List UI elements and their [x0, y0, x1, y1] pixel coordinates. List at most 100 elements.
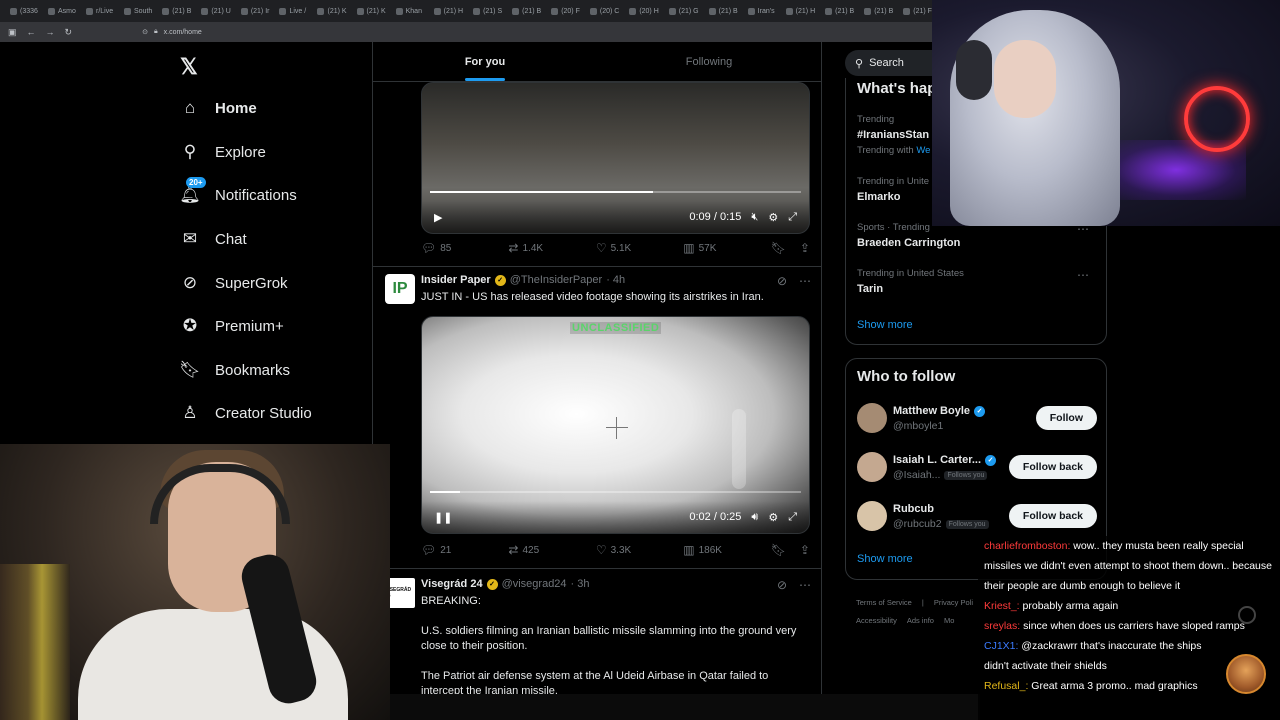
browser-tab[interactable]: Iran's [744, 2, 780, 20]
post-time[interactable]: · 4h [606, 274, 625, 286]
sidebar-item-explore[interactable]: ⚲ Explore [180, 142, 266, 162]
avatar[interactable] [857, 403, 887, 433]
browser-tab[interactable]: (21) K [353, 2, 390, 20]
footer-link[interactable]: Accessibility [856, 616, 897, 625]
footer-link[interactable]: Privacy Poli [934, 598, 973, 607]
footer-link[interactable]: Ads info [907, 616, 934, 625]
sidebar-item-notifications[interactable]: 🔔︎ 20+ Notifications [179, 177, 297, 205]
sidebar-toggle-icon[interactable]: ▣ [8, 27, 17, 38]
back-icon[interactable]: ← [27, 27, 36, 37]
follow-back-button[interactable]: Follow back [1008, 504, 1097, 528]
forward-icon[interactable]: → [46, 27, 55, 37]
browser-tab[interactable]: (21) G [665, 2, 703, 20]
author-handle[interactable]: @visegrad24 [502, 578, 567, 590]
browser-tab[interactable]: (20) H [625, 2, 662, 20]
site-info-icon[interactable]: ⊙ [142, 28, 148, 36]
show-more-link[interactable]: Show more [857, 553, 913, 565]
share-icon[interactable]: ⇪ [800, 543, 810, 557]
repost-button[interactable]: ⇄ 425 [508, 543, 595, 557]
chat-username[interactable]: Refusal_: [984, 680, 1028, 692]
browser-tab[interactable]: (21) S [469, 2, 506, 20]
browser-tab[interactable]: Khan [392, 2, 428, 20]
grok-icon[interactable]: ⊘ [777, 274, 787, 288]
browser-tab[interactable]: Asmo [44, 2, 80, 20]
volume-icon[interactable]: 🔇︎ [751, 211, 758, 224]
reply-button[interactable]: 💬︎ 85 [421, 241, 508, 255]
like-button[interactable]: ♡ 3.3K [596, 543, 683, 557]
pause-icon[interactable]: ❚❚ [434, 511, 452, 524]
chat-username[interactable]: charliefromboston: [984, 540, 1070, 552]
browser-tab[interactable]: (21) Ir [237, 2, 274, 20]
browser-tab[interactable]: (21) B [158, 2, 195, 20]
fullscreen-icon[interactable]: ⤢ [788, 511, 797, 524]
browser-tab[interactable]: (20) C [586, 2, 623, 20]
footer-link[interactable]: Terms of Service [856, 598, 912, 607]
reply-button[interactable]: 💬︎ 21 [421, 543, 508, 557]
repost-button[interactable]: ⇄ 1.4K [508, 241, 595, 255]
play-icon[interactable]: ▶ [434, 211, 442, 224]
follow-back-button[interactable]: Follow back [1008, 455, 1097, 479]
url-field[interactable]: ⊙ 🔒︎ x.com/home [142, 28, 202, 36]
browser-tab[interactable]: South [120, 2, 156, 20]
footer-link[interactable]: Mo [944, 616, 954, 625]
trend-item[interactable]: Sports · Trending Braeden Carrington ⋯ [857, 222, 1097, 249]
browser-tab[interactable]: (21) B [860, 2, 897, 20]
follow-suggestion[interactable]: Rubcub @rubcub2 Follows you Follow back [857, 501, 1097, 535]
browser-tab[interactable]: (3336 [6, 2, 42, 20]
trend-item[interactable]: Trending in United States Tarin ⋯ [857, 268, 1097, 295]
volume-icon[interactable]: 🔊︎ [751, 511, 758, 524]
bookmark-icon[interactable]: 🔖︎ [771, 241, 786, 255]
video-player[interactable]: UNCLASSIFIED ❚❚ 0:02 / 0:25 🔊︎ ⚙ ⤢ [421, 316, 810, 534]
browser-tab[interactable]: (21) H [782, 2, 819, 20]
x-logo-icon[interactable]: 𝕏 [180, 54, 198, 80]
settings-gear-icon[interactable]: ⚙ [768, 211, 778, 224]
url-text[interactable]: x.com/home [164, 29, 202, 36]
author-name[interactable]: Visegrád 24 [421, 578, 483, 590]
fullscreen-icon[interactable]: ⤢ [788, 211, 797, 224]
avatar[interactable] [857, 501, 887, 531]
sidebar-item-bookmarks[interactable]: 🔖︎ Bookmarks [179, 360, 290, 380]
sidebar-item-supergrok[interactable]: ⊘ SuperGrok [180, 273, 288, 293]
follow-suggestion[interactable]: Matthew Boyle ✓ @mboyle1 Follow [857, 403, 1097, 437]
share-icon[interactable]: ⇪ [800, 241, 810, 255]
chat-username[interactable]: sreylas: [984, 620, 1020, 632]
views-button[interactable]: ▥ 186K [683, 543, 770, 557]
browser-tab[interactable]: (21) H [430, 2, 467, 20]
sidebar-item-chat[interactable]: ✉ Chat [180, 229, 247, 249]
more-icon[interactable]: ⋯ [1077, 268, 1089, 282]
sidebar-item-premium[interactable]: ✪ Premium+ [180, 316, 284, 336]
chat-username[interactable]: CJ1X1: [984, 640, 1018, 652]
browser-tab[interactable]: (21) F [899, 2, 936, 20]
sidebar-item-home[interactable]: ⌂ Home [180, 98, 257, 118]
video-progress-bar[interactable] [430, 491, 801, 493]
browser-tab[interactable]: r/Live [82, 2, 118, 20]
show-more-link[interactable]: Show more [857, 319, 913, 331]
tab-following[interactable]: Following [597, 42, 821, 81]
browser-tab[interactable]: (21) K [313, 2, 350, 20]
author-name[interactable]: Insider Paper [421, 274, 491, 286]
video-player[interactable]: ▶ 0:09 / 0:15 🔇︎ ⚙ ⤢ [421, 82, 810, 234]
avatar[interactable]: IP [385, 274, 415, 304]
tab-for-you[interactable]: For you [373, 42, 597, 81]
browser-tab[interactable]: Live / [275, 2, 311, 20]
follow-suggestion[interactable]: Isaiah L. Carter... ✓ @Isaiah... Follows y… [857, 452, 1097, 486]
trend-sub-link[interactable]: We [916, 145, 930, 156]
grok-icon[interactable]: ⊘ [777, 578, 787, 592]
browser-tab[interactable]: (21) B [508, 2, 545, 20]
reload-icon[interactable]: ↻ [65, 27, 73, 38]
more-icon[interactable]: ⋯ [799, 274, 811, 288]
more-icon[interactable]: ⋯ [799, 578, 811, 592]
browser-tab[interactable]: (21) B [821, 2, 858, 20]
bookmark-icon[interactable]: 🔖︎ [771, 543, 786, 557]
browser-tab[interactable]: (21) B [705, 2, 742, 20]
like-button[interactable]: ♡ 5.1K [596, 241, 683, 255]
author-handle[interactable]: @TheInsiderPaper [510, 274, 603, 286]
avatar[interactable] [857, 452, 887, 482]
volume-slider[interactable] [732, 409, 746, 489]
chat-username[interactable]: Kriest_: [984, 600, 1020, 612]
follow-button[interactable]: Follow [1035, 406, 1097, 430]
sidebar-item-creator-studio[interactable]: ♙ Creator Studio [180, 403, 311, 423]
settings-gear-icon[interactable]: ⚙ [768, 511, 778, 524]
views-button[interactable]: ▥ 57K [683, 241, 770, 255]
browser-tab[interactable]: (21) U [197, 2, 234, 20]
